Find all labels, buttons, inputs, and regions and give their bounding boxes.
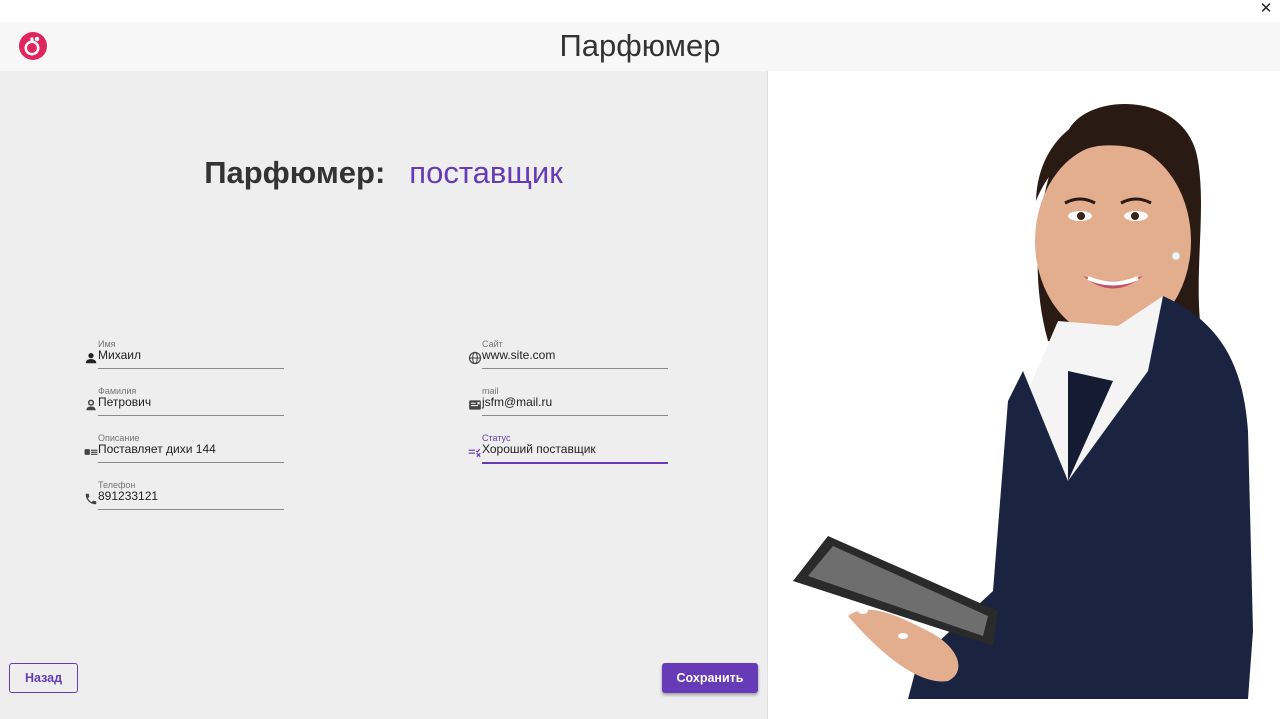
businesswoman-photo — [793, 103, 1253, 699]
status-underline — [482, 462, 668, 464]
heading-role-value: поставщик — [409, 155, 563, 190]
phone-icon — [85, 493, 97, 505]
phone-field[interactable]: Телефон 891233121 — [84, 480, 286, 524]
app-title: Парфюмер — [559, 28, 721, 63]
site-value[interactable]: www.site.com — [482, 348, 555, 362]
mail-field[interactable]: mail jsfm@mail.ru — [468, 386, 670, 430]
person-outline-icon — [86, 399, 96, 411]
email-icon — [469, 400, 481, 410]
person-icon — [85, 353, 97, 364]
page-heading: Парфюмер: поставщик — [0, 155, 767, 191]
form-panel: Парфюмер: поставщик Имя Михаил Фамилия Пе… — [0, 71, 767, 719]
description-value[interactable]: Поставляет дихи 144 — [98, 442, 216, 456]
save-button[interactable]: Сохранить — [662, 663, 758, 693]
photo-panel — [767, 71, 1280, 719]
phone-value[interactable]: 891233121 — [98, 489, 158, 503]
name-value[interactable]: Михаил — [98, 348, 141, 362]
surname-field[interactable]: Фамилия Петрович — [84, 386, 286, 430]
surname-underline — [98, 415, 284, 416]
surname-value[interactable]: Петрович — [98, 395, 151, 409]
phone-underline — [98, 509, 284, 510]
status-list-icon — [468, 448, 481, 458]
heading-label: Парфюмер: — [204, 155, 386, 190]
status-value[interactable]: Хороший поставщик — [482, 442, 596, 456]
status-field[interactable]: Статус Хороший поставщик — [468, 433, 670, 477]
name-field[interactable]: Имя Михаил — [84, 339, 286, 383]
back-button[interactable]: Назад — [9, 663, 78, 693]
mail-underline — [482, 415, 668, 416]
name-underline — [98, 368, 284, 369]
description-underline — [98, 462, 284, 463]
site-field[interactable]: Сайт www.site.com — [468, 339, 670, 383]
mail-value[interactable]: jsfm@mail.ru — [482, 395, 552, 409]
description-field[interactable]: Описание Поставляет дихи 144 — [84, 433, 286, 477]
globe-icon — [468, 351, 482, 365]
description-card-icon — [84, 449, 98, 455]
app-header: Парфюмер — [0, 22, 1280, 71]
close-icon[interactable]: ✕ — [1258, 1, 1274, 17]
site-underline — [482, 368, 668, 369]
app-window: ✕ Парфюмер Парфюмер: поставщик Имя Михаил… — [0, 0, 1280, 719]
window-titlebar: ✕ — [0, 0, 1280, 22]
